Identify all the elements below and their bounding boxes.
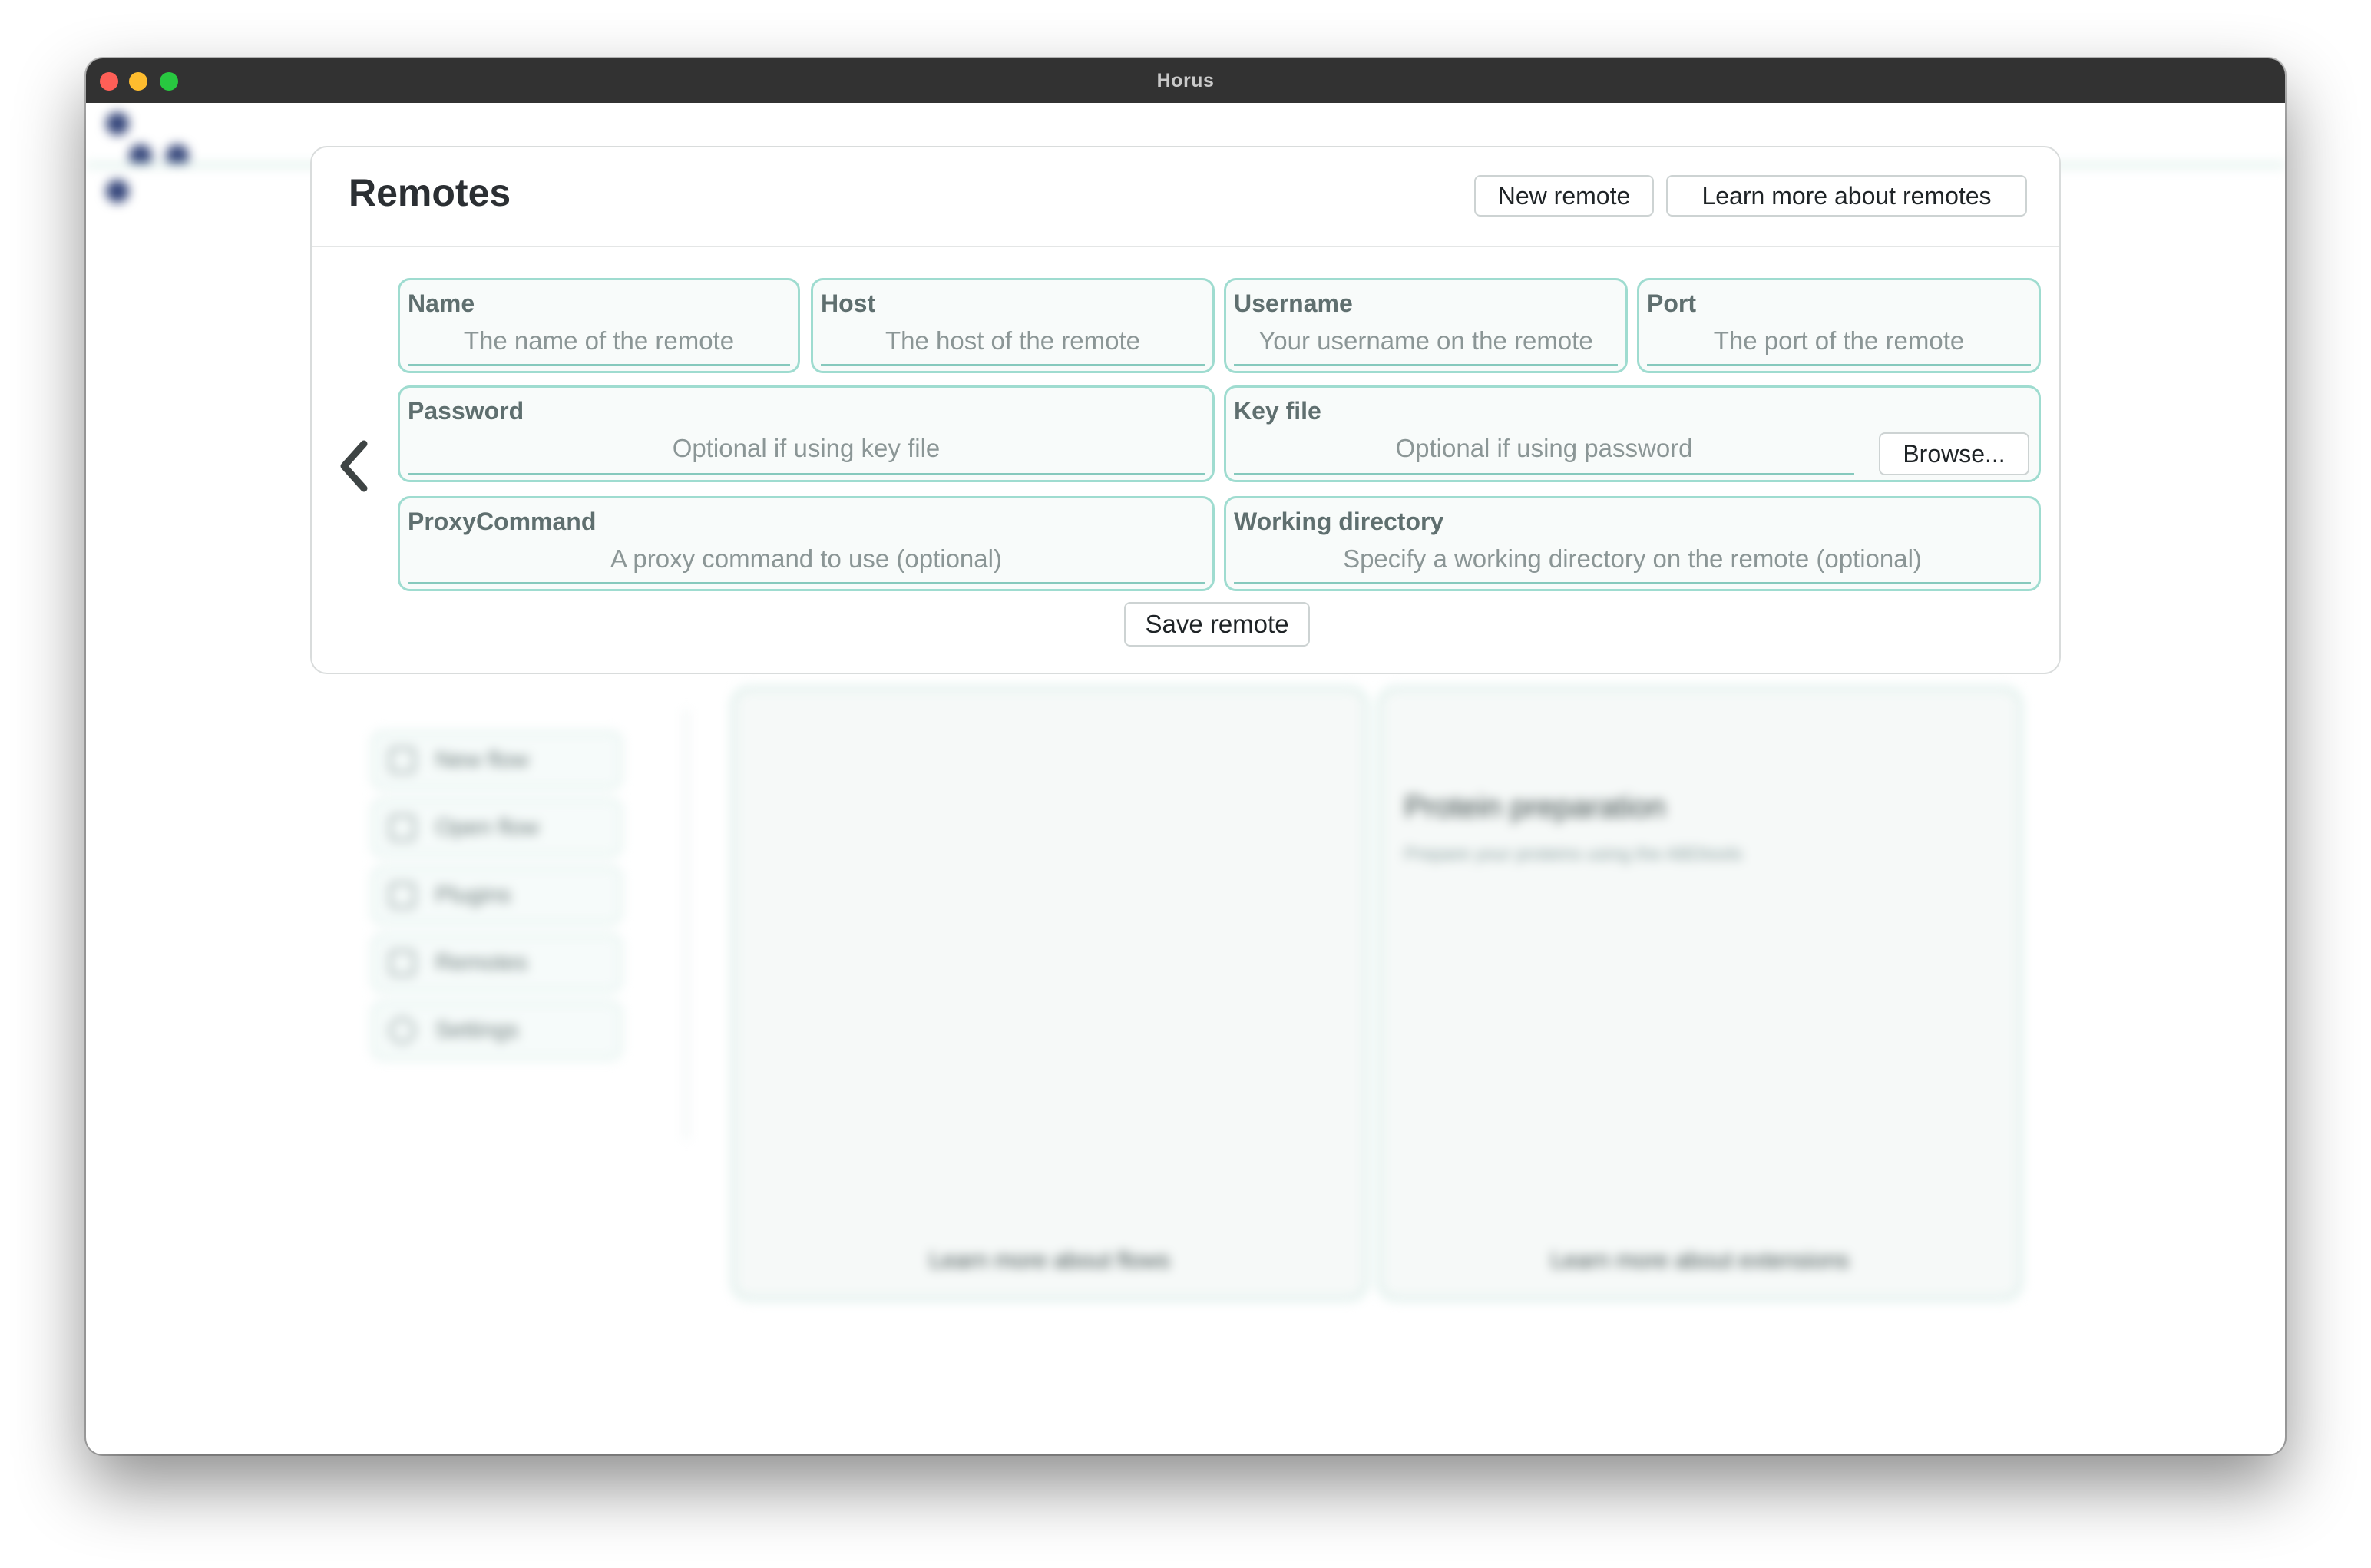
sidebar-divider <box>685 710 688 1140</box>
port-input[interactable]: The port of the remote <box>1647 326 2031 356</box>
input-underline <box>408 582 1205 584</box>
title-bar: Horus <box>86 58 2285 103</box>
menu-item-open-flow[interactable]: Open flow <box>372 799 622 857</box>
menu-item-new-flow[interactable]: New flow <box>372 731 622 789</box>
proxy-command-input[interactable]: A proxy command to use (optional) <box>408 544 1205 574</box>
menu-item-plugins[interactable]: Plugins <box>372 866 622 925</box>
input-underline <box>408 364 790 366</box>
menu-item-remotes[interactable]: Remotes <box>372 934 622 992</box>
key-file-input[interactable]: Optional if using password <box>1234 434 1854 463</box>
input-underline <box>1234 582 2031 584</box>
name-label: Name <box>408 289 475 317</box>
input-underline <box>1234 364 1618 366</box>
close-window-button[interactable] <box>100 72 118 91</box>
proxy-command-label: ProxyCommand <box>408 508 597 535</box>
card-title: Protein preparation <box>1404 790 1666 824</box>
key-file-field[interactable]: Key file Optional if using password Brow… <box>1224 385 2041 482</box>
folder-icon <box>389 815 415 841</box>
port-field[interactable]: Port The port of the remote <box>1637 278 2041 373</box>
learn-more-flows-link[interactable]: Learn more about flows <box>735 1248 1364 1274</box>
working-directory-label: Working directory <box>1234 508 1444 535</box>
host-input[interactable]: The host of the remote <box>821 326 1205 356</box>
working-directory-field[interactable]: Working directory Specify a working dire… <box>1224 496 2041 591</box>
username-input[interactable]: Your username on the remote <box>1234 326 1618 356</box>
username-field[interactable]: Username Your username on the remote <box>1224 278 1628 373</box>
save-remote-button[interactable]: Save remote <box>1124 602 1310 647</box>
dialog-title: Remotes <box>349 171 511 214</box>
remotes-dialog: Remotes New remote Learn more about remo… <box>310 146 2061 674</box>
input-underline <box>821 364 1205 366</box>
port-label: Port <box>1647 289 1696 317</box>
card-subtitle: Prepare your proteins using the ABDtools <box>1404 844 1743 865</box>
menu-item-settings[interactable]: Settings <box>372 1001 622 1060</box>
maximize-window-button[interactable] <box>160 72 178 91</box>
password-field[interactable]: Password Optional if using key file <box>398 385 1215 482</box>
minimize-window-button[interactable] <box>129 72 147 91</box>
input-underline <box>408 473 1205 475</box>
browse-button[interactable]: Browse... <box>1879 432 2029 475</box>
chevron-left-icon[interactable] <box>336 439 370 493</box>
flows-card: Learn more about flows <box>731 686 1368 1301</box>
host-field[interactable]: Host The host of the remote <box>811 278 1215 373</box>
learn-more-remotes-button[interactable]: Learn more about remotes <box>1666 175 2027 217</box>
username-label: Username <box>1234 289 1353 317</box>
puzzle-icon <box>389 882 415 908</box>
app-window: Horus New flow Open flow Plugins Remotes <box>86 58 2285 1454</box>
proxy-command-field[interactable]: ProxyCommand A proxy command to use (opt… <box>398 496 1215 591</box>
password-input[interactable]: Optional if using key file <box>408 434 1205 463</box>
input-underline <box>1647 364 2031 366</box>
dialog-header: Remotes New remote Learn more about remo… <box>312 147 2059 247</box>
server-icon <box>389 950 415 976</box>
name-field[interactable]: Name The name of the remote <box>398 278 800 373</box>
password-label: Password <box>408 397 524 425</box>
key-file-label: Key file <box>1234 397 1321 425</box>
file-icon <box>389 747 415 773</box>
input-underline <box>1234 473 1854 475</box>
name-input[interactable]: The name of the remote <box>408 326 790 356</box>
learn-more-extensions-link[interactable]: Learn more about extensions <box>1381 1248 2019 1274</box>
extensions-card: Protein preparation Prepare your protein… <box>1377 686 2022 1301</box>
host-label: Host <box>821 289 876 317</box>
working-directory-input[interactable]: Specify a working directory on the remot… <box>1234 544 2031 574</box>
gear-icon <box>389 1017 415 1044</box>
new-remote-button[interactable]: New remote <box>1474 175 1654 217</box>
window-title: Horus <box>1156 69 1215 91</box>
